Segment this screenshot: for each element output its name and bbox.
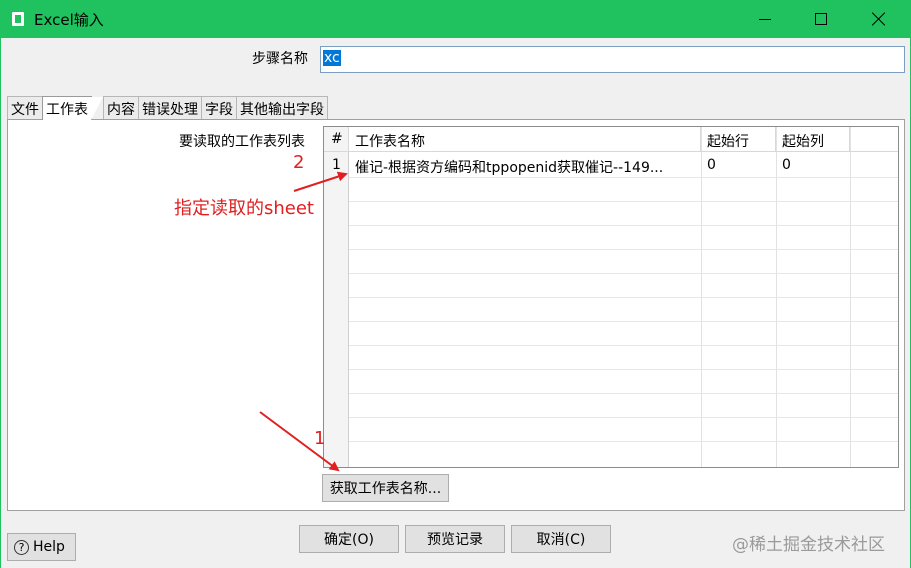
- window-border-left: [0, 38, 1, 568]
- help-label: Help: [33, 539, 65, 555]
- tab-file[interactable]: 文件: [7, 96, 43, 119]
- column-header-index[interactable]: #: [324, 127, 349, 152]
- sheet-list-label: 要读取的工作表列表: [179, 134, 305, 150]
- row-divider: [349, 297, 898, 298]
- minimize-button[interactable]: [742, 0, 788, 38]
- tab-error-handling[interactable]: 错误处理: [138, 96, 202, 119]
- annotation-note: 指定读取的sheet: [174, 198, 314, 219]
- maximize-button[interactable]: [798, 0, 844, 38]
- annotation-marker-1: 1: [314, 428, 326, 449]
- close-button[interactable]: [856, 0, 902, 38]
- help-button[interactable]: ? Help: [7, 533, 76, 561]
- row-divider: [349, 441, 898, 442]
- row-divider: [349, 273, 898, 274]
- excel-app-icon: [12, 12, 24, 26]
- preview-records-button[interactable]: 预览记录: [405, 525, 505, 553]
- row-divider: [349, 225, 898, 226]
- annotation-marker-2: 2: [293, 152, 305, 173]
- row-divider: [349, 417, 898, 418]
- row-number: 1: [332, 157, 341, 173]
- row-divider: [349, 177, 898, 178]
- row-divider: [349, 249, 898, 250]
- watermark: @稀土掘金技术社区: [732, 535, 885, 555]
- column-header-start-row[interactable]: 起始行: [701, 127, 776, 152]
- start-col-cell[interactable]: 0: [776, 154, 850, 178]
- row-divider: [349, 321, 898, 322]
- column-header-empty: [850, 127, 898, 152]
- row-number-column: [324, 127, 349, 467]
- title-bar: Excel输入: [0, 0, 911, 38]
- get-sheet-names-button[interactable]: 获取工作表名称...: [322, 474, 449, 502]
- tab-bar: 文件 工作表 内容 错误处理 字段 其他输出字段: [7, 96, 328, 120]
- cancel-button[interactable]: 取消(C): [511, 525, 611, 553]
- row-divider: [349, 201, 898, 202]
- row-divider: [349, 369, 898, 370]
- tab-other-output-fields[interactable]: 其他输出字段: [236, 96, 328, 119]
- tab-fields[interactable]: 字段: [201, 96, 237, 119]
- row-divider: [349, 393, 898, 394]
- start-row-cell[interactable]: 0: [701, 154, 776, 178]
- column-header-start-col[interactable]: 起始列: [776, 127, 850, 152]
- ok-button[interactable]: 确定(O): [299, 525, 399, 553]
- step-name-label: 步骤名称: [252, 51, 308, 67]
- step-name-input[interactable]: xc: [320, 46, 905, 73]
- column-header-sheet-name[interactable]: 工作表名称: [349, 127, 701, 152]
- tab-sheets[interactable]: 工作表: [42, 96, 103, 120]
- row-divider: [349, 345, 898, 346]
- sheet-name-cell[interactable]: 催记-根据资方编码和tppopenid获取催记--149...: [349, 154, 701, 178]
- window-title: Excel输入: [34, 11, 104, 29]
- sheet-table[interactable]: # 工作表名称 起始行 起始列 1 催记-根据资方编码和tppopenid获取催…: [323, 126, 899, 468]
- step-name-value: xc: [323, 50, 341, 66]
- close-icon: [872, 12, 886, 26]
- minimize-icon: [759, 18, 771, 20]
- help-icon: ?: [14, 539, 29, 555]
- maximize-icon: [815, 13, 827, 25]
- tab-content[interactable]: 内容: [103, 96, 139, 119]
